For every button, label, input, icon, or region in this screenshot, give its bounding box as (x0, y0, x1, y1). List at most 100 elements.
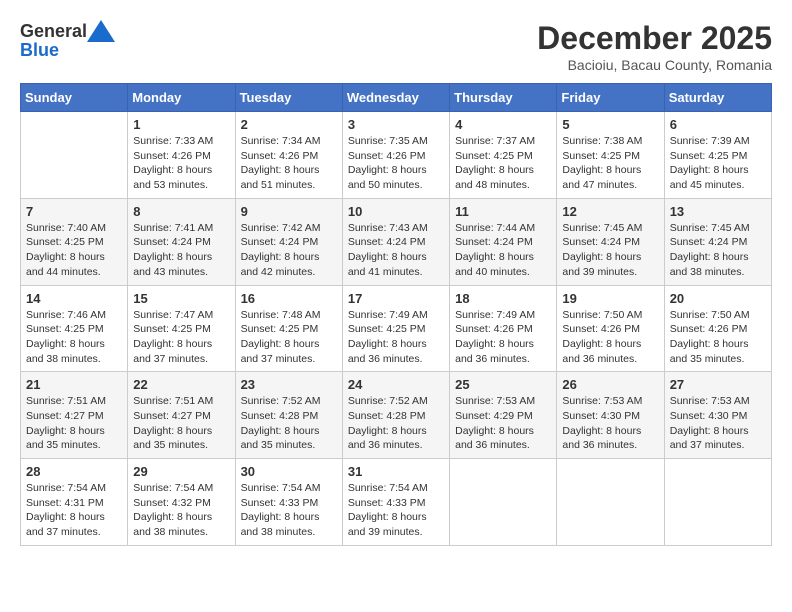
calendar-cell: 8Sunrise: 7:41 AM Sunset: 4:24 PM Daylig… (128, 198, 235, 285)
day-number: 1 (133, 117, 229, 132)
logo-arrow-icon (87, 20, 115, 42)
day-info: Sunrise: 7:53 AM Sunset: 4:29 PM Dayligh… (455, 394, 551, 453)
calendar-cell: 27Sunrise: 7:53 AM Sunset: 4:30 PM Dayli… (664, 372, 771, 459)
calendar-cell: 22 Sunrise: 7:51 AM Sunset: 4:27 PM Dayli… (128, 372, 235, 459)
calendar-week-row: 21 Sunrise: 7:51 AM Sunset: 4:27 PM Dayli… (21, 372, 772, 459)
day-info: Sunrise: 7:35 AM Sunset: 4:26 PM Dayligh… (348, 134, 444, 193)
calendar-cell: 6 Sunrise: 7:39 AM Sunset: 4:25 PM Daylig… (664, 112, 771, 199)
calendar-week-row: 14Sunrise: 7:46 AM Sunset: 4:25 PM Dayli… (21, 285, 772, 372)
day-info: Sunrise: 7:54 AM Sunset: 4:31 PM Dayligh… (26, 481, 122, 540)
calendar-cell: 7Sunrise: 7:40 AM Sunset: 4:25 PM Daylig… (21, 198, 128, 285)
day-number: 28 (26, 464, 122, 479)
calendar-header-wednesday: Wednesday (342, 84, 449, 112)
calendar-week-row: 7Sunrise: 7:40 AM Sunset: 4:25 PM Daylig… (21, 198, 772, 285)
calendar-cell: 30 Sunrise: 7:54 AM Sunset: 4:33 PM Dayli… (235, 459, 342, 546)
location-text: Bacioiu, Bacau County, Romania (537, 57, 772, 73)
calendar-cell: 23 Sunrise: 7:52 AM Sunset: 4:28 PM Dayli… (235, 372, 342, 459)
calendar-cell: 1 Sunrise: 7:33 AM Sunset: 4:26 PM Daylig… (128, 112, 235, 199)
day-info: Sunrise: 7:54 AM Sunset: 4:33 PM Dayligh… (348, 481, 444, 540)
calendar-header-saturday: Saturday (664, 84, 771, 112)
day-info: Sunrise: 7:45 AM Sunset: 4:24 PM Dayligh… (670, 221, 766, 280)
calendar-cell: 28 Sunrise: 7:54 AM Sunset: 4:31 PM Dayli… (21, 459, 128, 546)
day-info: Sunrise: 7:51 AM Sunset: 4:27 PM Dayligh… (26, 394, 122, 453)
day-info: Sunrise: 7:45 AM Sunset: 4:24 PM Dayligh… (562, 221, 658, 280)
calendar-cell (21, 112, 128, 199)
day-number: 18 (455, 291, 551, 306)
day-info: Sunrise: 7:41 AM Sunset: 4:24 PM Dayligh… (133, 221, 229, 280)
calendar-cell (557, 459, 664, 546)
day-info: Sunrise: 7:49 AM Sunset: 4:25 PM Dayligh… (348, 308, 444, 367)
calendar-table: SundayMondayTuesdayWednesdayThursdayFrid… (20, 83, 772, 546)
day-number: 23 (241, 377, 337, 392)
logo: General Blue (20, 20, 115, 61)
calendar-cell: 16 Sunrise: 7:48 AM Sunset: 4:25 PM Dayli… (235, 285, 342, 372)
day-info: Sunrise: 7:54 AM Sunset: 4:32 PM Dayligh… (133, 481, 229, 540)
calendar-header-sunday: Sunday (21, 84, 128, 112)
day-info: Sunrise: 7:43 AM Sunset: 4:24 PM Dayligh… (348, 221, 444, 280)
day-number: 10 (348, 204, 444, 219)
day-info: Sunrise: 7:48 AM Sunset: 4:25 PM Dayligh… (241, 308, 337, 367)
day-info: Sunrise: 7:37 AM Sunset: 4:25 PM Dayligh… (455, 134, 551, 193)
logo-blue-text: Blue (20, 40, 59, 61)
calendar-cell: 13 Sunrise: 7:45 AM Sunset: 4:24 PM Dayli… (664, 198, 771, 285)
day-number: 9 (241, 204, 337, 219)
calendar-cell: 5Sunrise: 7:38 AM Sunset: 4:25 PM Daylig… (557, 112, 664, 199)
day-info: Sunrise: 7:51 AM Sunset: 4:27 PM Dayligh… (133, 394, 229, 453)
day-number: 6 (670, 117, 766, 132)
calendar-cell: 29 Sunrise: 7:54 AM Sunset: 4:32 PM Dayli… (128, 459, 235, 546)
calendar-cell: 14Sunrise: 7:46 AM Sunset: 4:25 PM Dayli… (21, 285, 128, 372)
day-info: Sunrise: 7:53 AM Sunset: 4:30 PM Dayligh… (562, 394, 658, 453)
day-info: Sunrise: 7:44 AM Sunset: 4:24 PM Dayligh… (455, 221, 551, 280)
day-number: 21 (26, 377, 122, 392)
day-number: 15 (133, 291, 229, 306)
calendar-cell: 18 Sunrise: 7:49 AM Sunset: 4:26 PM Dayli… (450, 285, 557, 372)
calendar-cell: 2 Sunrise: 7:34 AM Sunset: 4:26 PM Daylig… (235, 112, 342, 199)
day-number: 31 (348, 464, 444, 479)
day-number: 16 (241, 291, 337, 306)
day-number: 12 (562, 204, 658, 219)
page-header: General Blue December 2025 Bacioiu, Baca… (20, 20, 772, 73)
day-number: 13 (670, 204, 766, 219)
day-number: 7 (26, 204, 122, 219)
calendar-cell: 25 Sunrise: 7:53 AM Sunset: 4:29 PM Dayli… (450, 372, 557, 459)
day-number: 22 (133, 377, 229, 392)
calendar-header-tuesday: Tuesday (235, 84, 342, 112)
calendar-header-row: SundayMondayTuesdayWednesdayThursdayFrid… (21, 84, 772, 112)
day-number: 27 (670, 377, 766, 392)
day-info: Sunrise: 7:50 AM Sunset: 4:26 PM Dayligh… (670, 308, 766, 367)
calendar-cell: 15 Sunrise: 7:47 AM Sunset: 4:25 PM Dayli… (128, 285, 235, 372)
calendar-cell (664, 459, 771, 546)
day-info: Sunrise: 7:54 AM Sunset: 4:33 PM Dayligh… (241, 481, 337, 540)
day-number: 11 (455, 204, 551, 219)
calendar-cell: 17Sunrise: 7:49 AM Sunset: 4:25 PM Dayli… (342, 285, 449, 372)
calendar-header-friday: Friday (557, 84, 664, 112)
day-info: Sunrise: 7:33 AM Sunset: 4:26 PM Dayligh… (133, 134, 229, 193)
day-info: Sunrise: 7:34 AM Sunset: 4:26 PM Dayligh… (241, 134, 337, 193)
day-info: Sunrise: 7:47 AM Sunset: 4:25 PM Dayligh… (133, 308, 229, 367)
calendar-cell: 31 Sunrise: 7:54 AM Sunset: 4:33 PM Dayli… (342, 459, 449, 546)
day-info: Sunrise: 7:42 AM Sunset: 4:24 PM Dayligh… (241, 221, 337, 280)
month-title: December 2025 (537, 20, 772, 57)
day-number: 26 (562, 377, 658, 392)
calendar-cell: 3Sunrise: 7:35 AM Sunset: 4:26 PM Daylig… (342, 112, 449, 199)
day-info: Sunrise: 7:39 AM Sunset: 4:25 PM Dayligh… (670, 134, 766, 193)
day-number: 19 (562, 291, 658, 306)
day-info: Sunrise: 7:52 AM Sunset: 4:28 PM Dayligh… (241, 394, 337, 453)
day-number: 30 (241, 464, 337, 479)
day-number: 20 (670, 291, 766, 306)
calendar-header-monday: Monday (128, 84, 235, 112)
calendar-cell: 11 Sunrise: 7:44 AM Sunset: 4:24 PM Dayli… (450, 198, 557, 285)
day-number: 14 (26, 291, 122, 306)
day-number: 5 (562, 117, 658, 132)
day-number: 25 (455, 377, 551, 392)
day-number: 2 (241, 117, 337, 132)
calendar-cell: 26 Sunrise: 7:53 AM Sunset: 4:30 PM Dayli… (557, 372, 664, 459)
calendar-cell: 19 Sunrise: 7:50 AM Sunset: 4:26 PM Dayli… (557, 285, 664, 372)
day-info: Sunrise: 7:49 AM Sunset: 4:26 PM Dayligh… (455, 308, 551, 367)
calendar-cell: 20 Sunrise: 7:50 AM Sunset: 4:26 PM Dayli… (664, 285, 771, 372)
day-number: 24 (348, 377, 444, 392)
day-number: 29 (133, 464, 229, 479)
calendar-cell: 12 Sunrise: 7:45 AM Sunset: 4:24 PM Dayli… (557, 198, 664, 285)
calendar-cell (450, 459, 557, 546)
day-info: Sunrise: 7:50 AM Sunset: 4:26 PM Dayligh… (562, 308, 658, 367)
